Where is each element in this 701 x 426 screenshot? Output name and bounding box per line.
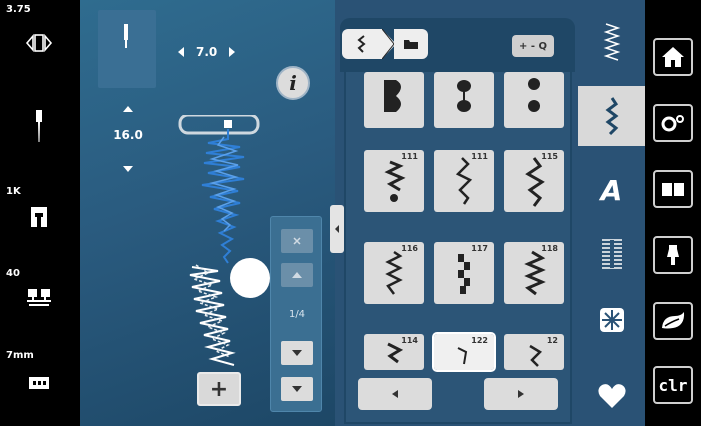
category-favorites[interactable] [578, 366, 645, 426]
stitch-length-value: 16.0 [113, 128, 143, 142]
system-button-column: clr [645, 0, 701, 426]
chevron-up-icon [292, 272, 302, 278]
chevron-down-icon [292, 386, 302, 392]
layer-up-button[interactable] [281, 263, 313, 287]
category-practical[interactable] [578, 12, 645, 72]
stitch-category-icon [357, 35, 366, 53]
feed-dog-icon[interactable] [22, 282, 56, 312]
scroll-right-button[interactable] [484, 378, 558, 410]
thread-tension-icon[interactable] [22, 28, 56, 58]
stitch-cell[interactable] [434, 72, 494, 128]
folder-icon [404, 40, 418, 49]
stitch-cell[interactable]: 111 [364, 150, 424, 212]
chevron-down-icon [292, 350, 302, 356]
stitch-grid: 111 111 115 116 117 118 114 122 12 [344, 72, 572, 424]
stitch-plate-icon[interactable] [22, 368, 56, 398]
stitch-cell[interactable]: 115 [504, 150, 564, 212]
category-buttonholes[interactable] [578, 224, 645, 284]
width-decrease-button[interactable] [178, 47, 184, 57]
feed-value: 40 [6, 268, 20, 279]
stitch-cell[interactable]: 116 [364, 242, 424, 304]
needle-position-control[interactable] [98, 10, 156, 88]
stitch-cell[interactable]: 12 [504, 334, 564, 370]
chevron-left-icon [335, 225, 339, 233]
needle-icon[interactable] [22, 110, 56, 142]
stitch-category-bar: A [578, 0, 645, 426]
buttonholes-icon [601, 239, 622, 269]
clear-label: clr [658, 375, 688, 395]
stitch-cell[interactable]: 114 [364, 334, 424, 370]
scroll-left-button[interactable] [358, 378, 432, 410]
layer-down-button[interactable] [281, 341, 313, 365]
settings-button[interactable] [653, 104, 693, 142]
practical-stitches-icon [603, 23, 620, 61]
width-increase-button[interactable] [229, 47, 236, 57]
panel-collapse-tab[interactable] [330, 205, 344, 253]
stitch-width-value: 7.0 [196, 45, 218, 59]
needle-position-icon [124, 24, 128, 48]
stitch-plate-label: 7mm [6, 350, 34, 361]
stitch-cell[interactable] [364, 72, 424, 128]
stitch-length-control: 16.0 [108, 100, 148, 180]
chevron-left-icon [392, 390, 398, 398]
info-button[interactable]: i [276, 66, 310, 100]
alphabets-icon: A [600, 173, 623, 207]
stitch-cell-selected[interactable]: 122 [432, 332, 496, 372]
home-icon [662, 47, 684, 67]
eco-button[interactable] [653, 302, 693, 340]
quilt-stitches-icon [599, 308, 624, 332]
category-quilt[interactable] [578, 290, 645, 350]
favorites-icon [597, 384, 626, 408]
category-alphabets[interactable]: A [578, 160, 645, 220]
breadcrumb-folder[interactable] [394, 29, 428, 59]
stitch-cell[interactable] [504, 72, 564, 128]
presser-foot-icon[interactable] [22, 202, 56, 232]
layer-count: 1/4 [288, 309, 306, 320]
stitch-center-handle[interactable] [230, 258, 270, 298]
stitch-cell[interactable]: 111 [434, 150, 494, 212]
stitch-width-control: 7.0 [178, 42, 236, 62]
status-column: 3.75 1K 40 7mm [0, 0, 80, 426]
stitch-cell[interactable]: 117 [434, 242, 494, 304]
breadcrumb-stitch-category[interactable] [342, 29, 382, 59]
tutorial-icon [662, 183, 684, 196]
stitch-cell[interactable]: 118 [504, 242, 564, 304]
consultant-icon [667, 245, 679, 265]
breadcrumb [342, 28, 432, 60]
layer-bottom-button[interactable] [281, 377, 313, 401]
add-stitch-button[interactable]: + [197, 372, 241, 406]
layer-control: 1/4 [270, 216, 322, 412]
category-decorative[interactable] [578, 86, 645, 146]
eco-icon [662, 312, 685, 329]
consultant-button[interactable] [653, 236, 693, 274]
presser-foot-label: 1K [6, 186, 21, 197]
chevron-right-icon [518, 390, 524, 398]
tutorial-button[interactable] [653, 170, 693, 208]
layer-close-button[interactable] [281, 229, 313, 253]
settings-icon [661, 115, 684, 132]
decorative-stitches-icon [605, 97, 618, 136]
upper-thread-value: 3.75 [6, 4, 31, 15]
length-decrease-button[interactable] [123, 166, 133, 172]
home-button[interactable] [653, 38, 693, 76]
stitch-preview[interactable] [178, 113, 268, 375]
close-icon [293, 237, 301, 245]
length-increase-button[interactable] [123, 106, 133, 112]
clear-button[interactable]: clr [653, 366, 693, 404]
zoom-button[interactable]: + - Q [512, 35, 554, 57]
